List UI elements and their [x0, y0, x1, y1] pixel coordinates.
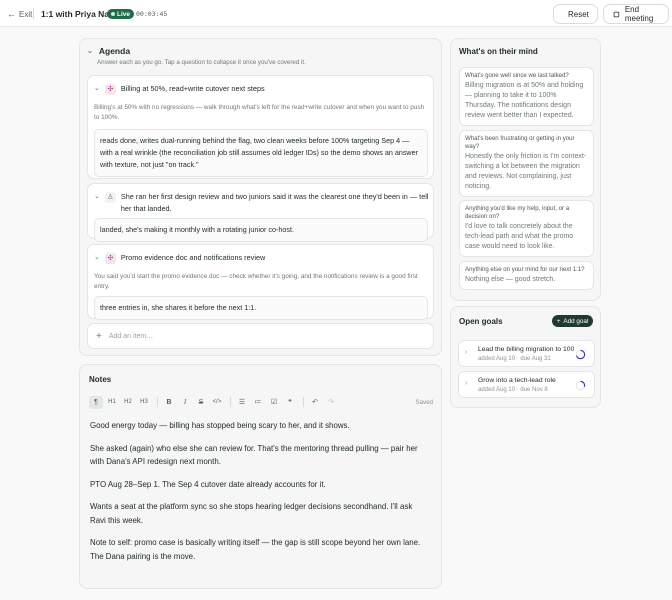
- quote-icon[interactable]: ❝: [283, 396, 297, 409]
- strikethrough-button[interactable]: S: [194, 396, 208, 409]
- save-status: Saved: [415, 398, 433, 406]
- toolbar-divider: [157, 397, 158, 407]
- agenda-item[interactable]: ⌄ ✣ Promo evidence doc and notifications…: [87, 244, 434, 320]
- chevron-down-icon: ⌄: [94, 254, 100, 261]
- agenda-item-answer[interactable]: three entries in, she shares it before t…: [94, 296, 428, 320]
- agenda-item-description: You said you'd start the promo evidence …: [94, 273, 418, 290]
- answer-text: Honestly the only friction is I'm contex…: [465, 153, 587, 190]
- end-meeting-label: End meeting: [624, 5, 654, 23]
- answer-text: Nothing else — good stretch.: [465, 276, 556, 283]
- plus-icon: +: [96, 330, 102, 342]
- user-icon: ♙: [104, 192, 116, 203]
- reset-button[interactable]: Reset: [553, 4, 598, 24]
- goal-title: Lead the billing migration to 100%: [478, 346, 574, 353]
- agenda-item-answer[interactable]: reads done, writes dual-running behind t…: [94, 129, 428, 177]
- add-item-placeholder: Add an item…: [108, 332, 154, 340]
- add-goal-label: Add goal: [563, 317, 589, 325]
- chevron-down-icon: ⌄: [87, 48, 93, 55]
- question-text: Anything else on your mind for our next …: [465, 266, 585, 273]
- notes-paragraph: PTO Aug 28–Sep 1. The Sep 4 cutover date…: [90, 479, 326, 489]
- meeting-timer: 00:03:45: [136, 10, 168, 18]
- bold-button[interactable]: B: [162, 396, 176, 409]
- notes-panel: Notes ¶ H1 H2 H3 B I S </> ☰ ≔ ☑ ❝ ↶ ↷ S…: [79, 364, 442, 589]
- checklist-icon[interactable]: ☑: [267, 396, 281, 409]
- goal-item[interactable]: › Grow into a tech-lead role added Aug 1…: [458, 371, 595, 398]
- goal-item[interactable]: › Lead the billing migration to 100% add…: [458, 340, 595, 367]
- goal-meta: added Aug 10 · due Nov 8: [478, 387, 548, 393]
- question-text: What's been frustrating or getting in yo…: [465, 135, 575, 150]
- editor-toolbar: ¶ H1 H2 H3 B I S </> ☰ ≔ ☑ ❝ ↶ ↷ Saved: [89, 395, 433, 409]
- live-badge: Live: [107, 9, 135, 19]
- top-bar: ← Exit 1:1 with Priya Nair Live 00:03:45…: [0, 0, 672, 27]
- question-text: Anything you'd like my help, input, or a…: [465, 205, 570, 220]
- notes-editor[interactable]: Good energy today — billing has stopped …: [90, 419, 430, 572]
- agenda-title: Agenda: [98, 46, 131, 56]
- notes-title: Notes: [89, 375, 112, 384]
- on-their-mind-panel: What's on their mind What's gone well si…: [450, 38, 601, 301]
- answer-text: Billing migration is at 50% and holding …: [465, 82, 584, 119]
- redo-icon[interactable]: ↷: [324, 396, 338, 409]
- question-card: What's been frustrating or getting in yo…: [459, 130, 594, 197]
- goals-title: Open goals: [459, 317, 503, 326]
- plus-icon: +: [556, 317, 561, 325]
- chevron-right-icon: ›: [465, 380, 468, 387]
- live-dot-icon: [111, 12, 115, 16]
- sparkle-icon: ✣: [104, 84, 116, 95]
- notes-paragraph: Wants a seat at the platform sync so she…: [90, 502, 413, 525]
- agenda-item-answer[interactable]: landed, she's making it monthly with a r…: [94, 218, 428, 242]
- question-card: Anything else on your mind for our next …: [459, 261, 594, 290]
- open-goals-panel: Open goals + Add goal › Lead the billing…: [450, 306, 601, 408]
- agenda-item-title: Billing at 50%, read+write cutover next …: [120, 84, 265, 93]
- agenda-item[interactable]: ⌄ ✣ Billing at 50%, read+write cutover n…: [87, 75, 434, 179]
- live-label: Live: [117, 10, 131, 18]
- toolbar-divider: [303, 397, 304, 407]
- heading1-button[interactable]: H1: [105, 396, 119, 409]
- question-text: What's gone well since we last talked?: [465, 72, 569, 79]
- agenda-subtitle: Answer each as you go. Tap a question to…: [97, 59, 306, 66]
- chevron-right-icon: ›: [465, 349, 468, 356]
- reset-label: Reset: [568, 9, 589, 19]
- goal-meta: added Aug 10 · due Aug 31: [478, 356, 551, 362]
- chevron-down-icon: ⌄: [94, 85, 100, 92]
- numbered-list-icon[interactable]: ≔: [251, 396, 265, 409]
- code-button[interactable]: </>: [210, 396, 224, 409]
- answer-text: I'd love to talk concretely about the te…: [465, 223, 574, 250]
- divider: [33, 8, 34, 19]
- exit-button[interactable]: ← Exit: [7, 9, 32, 19]
- add-goal-button[interactable]: + Add goal: [552, 315, 593, 327]
- agenda-item-title: Promo evidence doc and notifications rev…: [120, 253, 266, 262]
- agenda-item[interactable]: ⌄ ♙ She ran her first design review and …: [87, 183, 434, 242]
- meeting-title: 1:1 with Priya Nair: [41, 9, 115, 19]
- add-agenda-item[interactable]: + Add an item…: [87, 323, 434, 349]
- goal-progress-ring: [575, 380, 586, 391]
- question-card: What's gone well since we last talked? B…: [459, 67, 594, 126]
- arrow-left-icon: ←: [7, 9, 16, 19]
- toolbar-divider: [230, 397, 231, 407]
- end-meeting-button[interactable]: End meeting: [603, 4, 669, 24]
- undo-icon[interactable]: ↶: [308, 396, 322, 409]
- question-card: Anything you'd like my help, input, or a…: [459, 200, 594, 257]
- heading2-button[interactable]: H2: [121, 396, 135, 409]
- mind-title: What's on their mind: [459, 47, 538, 56]
- agenda-item-description: Billing's at 50% with no regressions — w…: [94, 104, 425, 121]
- goal-title: Grow into a tech-lead role: [478, 377, 556, 384]
- italic-button[interactable]: I: [178, 396, 192, 409]
- notes-paragraph: Good energy today — billing has stopped …: [90, 421, 350, 430]
- exit-label: Exit: [19, 9, 33, 19]
- goal-progress-ring: [575, 349, 586, 360]
- agenda-header[interactable]: ⌄ Agenda Answer each as you go. Tap a que…: [87, 46, 306, 66]
- chevron-down-icon: ⌄: [94, 193, 100, 200]
- stop-icon: [613, 11, 620, 17]
- heading3-button[interactable]: H3: [137, 396, 151, 409]
- bullet-list-icon[interactable]: ☰: [235, 396, 249, 409]
- sparkle-icon: ✣: [104, 253, 116, 264]
- notes-paragraph: She asked (again) who else she can revie…: [90, 443, 418, 467]
- notes-paragraph: Note to self: promo case is basically wr…: [90, 538, 421, 561]
- agenda-item-title: She ran her first design review and two …: [120, 192, 429, 213]
- paragraph-button[interactable]: ¶: [89, 395, 103, 409]
